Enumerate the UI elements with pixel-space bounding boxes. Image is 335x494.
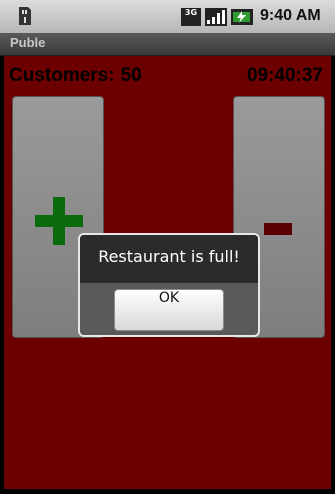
- app-title-bar: Puble: [0, 33, 335, 56]
- 3g-icon: 3G: [181, 8, 201, 26]
- customer-count-value: 50: [120, 65, 142, 86]
- signal-icon: [205, 8, 227, 26]
- ok-button[interactable]: OK: [114, 289, 224, 331]
- dialog-message: Restaurant is full!: [80, 235, 258, 283]
- current-time: 09:40:37: [246, 65, 323, 86]
- customer-count-label: Customers:: [9, 65, 115, 86]
- alert-dialog: Restaurant is full! OK: [78, 233, 260, 337]
- battery-charging-icon: [231, 9, 253, 25]
- plus-icon: [35, 197, 83, 245]
- customer-counter: Customers: 50: [9, 65, 142, 87]
- app-title: Puble: [10, 35, 46, 50]
- sd-card-icon: [19, 7, 31, 25]
- minus-icon: [264, 223, 292, 235]
- status-bar: 3G 9:40 AM: [0, 0, 335, 33]
- status-clock: 9:40 AM: [260, 7, 321, 24]
- network-label: 3G: [184, 8, 198, 17]
- dialog-button-bar: OK: [80, 283, 258, 335]
